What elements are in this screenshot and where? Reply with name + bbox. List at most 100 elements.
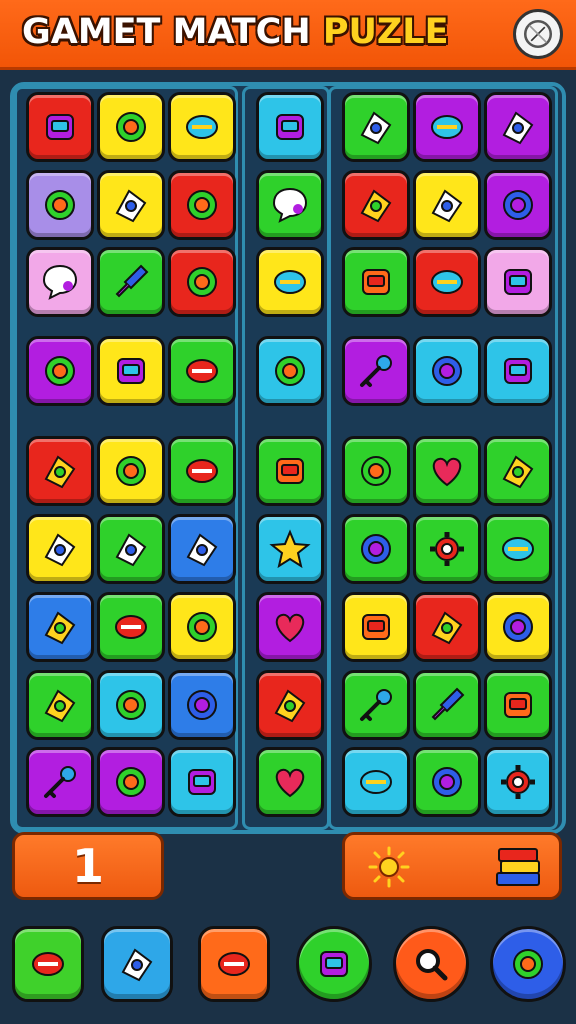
- tile-heart[interactable]: [413, 436, 481, 506]
- tile-pencil[interactable]: [342, 247, 410, 317]
- tile-ticket[interactable]: [97, 92, 165, 162]
- basket-icon: [44, 689, 76, 723]
- tile-camera[interactable]: [484, 247, 552, 317]
- burger-icon: [503, 612, 533, 642]
- tile-treasure-chest[interactable]: [26, 92, 94, 162]
- pencil-icon: [362, 269, 390, 295]
- speech-bubble-icon: [42, 264, 78, 300]
- tile-robot-face[interactable]: [413, 92, 481, 162]
- tile-window[interactable]: [168, 514, 236, 584]
- tile-wrench[interactable]: [97, 247, 165, 317]
- tile-ring[interactable]: [168, 247, 236, 317]
- tile-splat[interactable]: [342, 92, 410, 162]
- tile-usb[interactable]: [26, 436, 94, 506]
- cube-button[interactable]: [12, 926, 84, 1002]
- tile-gear[interactable]: [484, 747, 552, 817]
- key-icon: [360, 355, 392, 387]
- ticket-icon: [116, 112, 146, 142]
- tile-key[interactable]: [342, 670, 410, 740]
- dpad-button[interactable]: [101, 926, 173, 1002]
- tile-swirl[interactable]: [256, 247, 324, 317]
- tile-puzzle[interactable]: [342, 592, 410, 662]
- oval-ring-icon: [116, 456, 146, 486]
- shuffle-button[interactable]: [296, 926, 372, 1002]
- tile-leaf[interactable]: [413, 247, 481, 317]
- target-icon: [502, 111, 534, 145]
- tile-coin-jar[interactable]: [484, 336, 552, 406]
- tile-vortex[interactable]: [168, 670, 236, 740]
- speech-bubble-icon: [272, 187, 308, 223]
- pen-button[interactable]: [490, 926, 566, 1002]
- tile-heart[interactable]: [256, 747, 324, 817]
- scroll-icon: [188, 769, 216, 795]
- house-icon: [274, 689, 306, 723]
- tile-oval-ring[interactable]: [97, 436, 165, 506]
- tile-key[interactable]: [26, 747, 94, 817]
- tile-jar[interactable]: [413, 336, 481, 406]
- tile-spiral[interactable]: [97, 747, 165, 817]
- tile-capsule[interactable]: [168, 336, 236, 406]
- tile-plum[interactable]: [256, 336, 324, 406]
- capsule-icon: [186, 359, 218, 383]
- swirl-icon: [274, 270, 306, 294]
- treasure-chest-icon: [46, 114, 74, 140]
- rainbow-ring-icon: [186, 459, 218, 483]
- tile-frog[interactable]: [256, 436, 324, 506]
- tile-balloon[interactable]: [484, 670, 552, 740]
- jar-icon: [432, 356, 462, 386]
- game-board: [10, 82, 566, 834]
- tile-speech-bubble[interactable]: [256, 170, 324, 240]
- tile-box[interactable]: [342, 514, 410, 584]
- bonus-bar[interactable]: [342, 832, 562, 900]
- tile-arrow[interactable]: [26, 336, 94, 406]
- tile-chart[interactable]: [97, 170, 165, 240]
- tile-house[interactable]: [256, 670, 324, 740]
- leaf-icon: [431, 270, 463, 294]
- tile-target[interactable]: [484, 92, 552, 162]
- tile-price-tag[interactable]: [484, 170, 552, 240]
- tile-syringe[interactable]: [97, 514, 165, 584]
- tile-stamp[interactable]: [26, 170, 94, 240]
- tile-basket[interactable]: [26, 670, 94, 740]
- tile-chart[interactable]: [413, 170, 481, 240]
- tile-striped-box[interactable]: [256, 92, 324, 162]
- cube-icon: [32, 952, 64, 976]
- compass-icon[interactable]: [513, 9, 563, 59]
- tile-candy[interactable]: [168, 170, 236, 240]
- tile-scroll[interactable]: [168, 747, 236, 817]
- tile-marker[interactable]: [97, 670, 165, 740]
- tile-speech-bubble[interactable]: [26, 247, 94, 317]
- tile-shield[interactable]: [484, 436, 552, 506]
- tile-tag[interactable]: [484, 514, 552, 584]
- tile-feather[interactable]: [342, 747, 410, 817]
- splat-icon: [360, 111, 392, 145]
- necklace-icon: [117, 358, 145, 384]
- tile-heart[interactable]: [256, 592, 324, 662]
- feather-icon: [360, 770, 392, 794]
- tile-star[interactable]: [256, 514, 324, 584]
- robot-face-icon: [431, 115, 463, 139]
- tile-key[interactable]: [342, 336, 410, 406]
- tile-burger[interactable]: [484, 592, 552, 662]
- tile-clock[interactable]: [413, 747, 481, 817]
- crate-icon: [361, 456, 391, 486]
- tile-necklace[interactable]: [97, 336, 165, 406]
- books-icon: [496, 848, 540, 886]
- tile-cookie[interactable]: [342, 170, 410, 240]
- tile-cloud[interactable]: [26, 592, 94, 662]
- spiral-icon: [116, 767, 146, 797]
- tile-rainbow-ring[interactable]: [168, 436, 236, 506]
- tile-chrome-ring[interactable]: [26, 514, 94, 584]
- top-bar: GAMET MATCH PUZLE: [0, 0, 576, 70]
- frame-button[interactable]: [198, 926, 270, 1002]
- tile-gear[interactable]: [413, 514, 481, 584]
- tile-broccoli[interactable]: [168, 92, 236, 162]
- tile-shopping-bag[interactable]: [413, 592, 481, 662]
- tile-crate[interactable]: [342, 436, 410, 506]
- tile-palette[interactable]: [97, 592, 165, 662]
- search-button[interactable]: [393, 926, 469, 1002]
- window-icon: [186, 533, 218, 567]
- cloud-icon: [44, 611, 76, 645]
- tile-ticket[interactable]: [168, 592, 236, 662]
- tile-wrench[interactable]: [413, 670, 481, 740]
